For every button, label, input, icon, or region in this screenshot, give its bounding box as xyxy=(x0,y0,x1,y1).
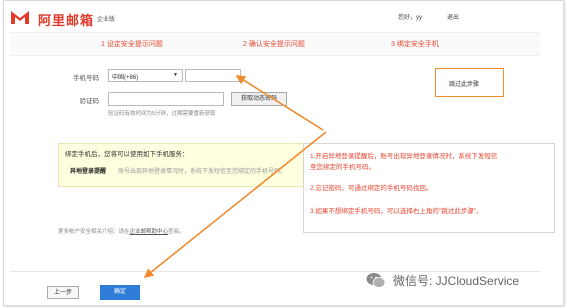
step-1: 1 设定安全提示问题 xyxy=(101,41,163,48)
more-info-suffix: 查阅。 xyxy=(168,229,185,235)
brand-name: 阿里邮箱 xyxy=(38,13,95,28)
logout-link[interactable]: 退出 xyxy=(447,12,459,21)
annotation-line-2: 至您绑定的手机号码。 xyxy=(310,164,375,171)
code-label: 验证码 xyxy=(79,98,100,105)
mail-logo-icon xyxy=(11,11,29,24)
services-title: 绑定手机后，您将可以使用如下手机服务： xyxy=(65,151,189,158)
more-info-text: 更多帐户安全相关介绍：请在企业邮帮助中心查阅。 xyxy=(58,227,185,235)
previous-button[interactable]: 上一步 xyxy=(47,286,79,299)
help-center-link[interactable]: 企业邮帮助中心 xyxy=(130,229,169,235)
get-code-button[interactable]: 获取动态密码 xyxy=(231,92,287,106)
code-hint: 验证码有效时间为5分钟，过期需要重新获取 xyxy=(108,111,216,117)
confirm-button[interactable]: 确定 xyxy=(100,285,140,300)
annotation-line-1: 1.开启异地登录提醒后，账号出现异地登录情况时，系统下发短信 xyxy=(310,153,498,160)
annotation-line-4: 3.如果不想绑定手机号码，可以选择右上角的"跳过此步骤"。 xyxy=(310,208,483,215)
wechat-icon xyxy=(366,273,386,288)
country-code-select[interactable]: 中国(+86) ▼ xyxy=(108,69,183,82)
edition-label: 企业版 xyxy=(97,17,116,23)
service-description: 账号出现异地登录情况时，系统下发短信至您绑定的手机号码。 xyxy=(118,169,287,175)
phone-label: 手机号码 xyxy=(73,75,99,82)
service-name: 异地登录提醒 xyxy=(70,169,107,175)
more-info-prefix: 更多帐户安全相关介绍：请在 xyxy=(58,229,130,235)
step-3: 3 绑定安全手机 xyxy=(391,41,439,48)
skip-step-link[interactable]: 跳过此步骤 xyxy=(449,79,479,88)
annotation-line-3: 2.忘记密码，可通过绑定的手机号码找回。 xyxy=(310,185,433,192)
watermark-text: 微信号: JJCloudService xyxy=(393,274,520,288)
dropdown-arrow-icon: ▼ xyxy=(173,72,178,78)
step-2: 2 确认安全提示问题 xyxy=(243,41,305,48)
verification-code-input[interactable] xyxy=(108,92,224,106)
country-code-value: 中国(+86) xyxy=(112,75,139,81)
phone-number-input[interactable] xyxy=(185,69,241,82)
user-greeting: 您好，yy xyxy=(398,15,423,21)
